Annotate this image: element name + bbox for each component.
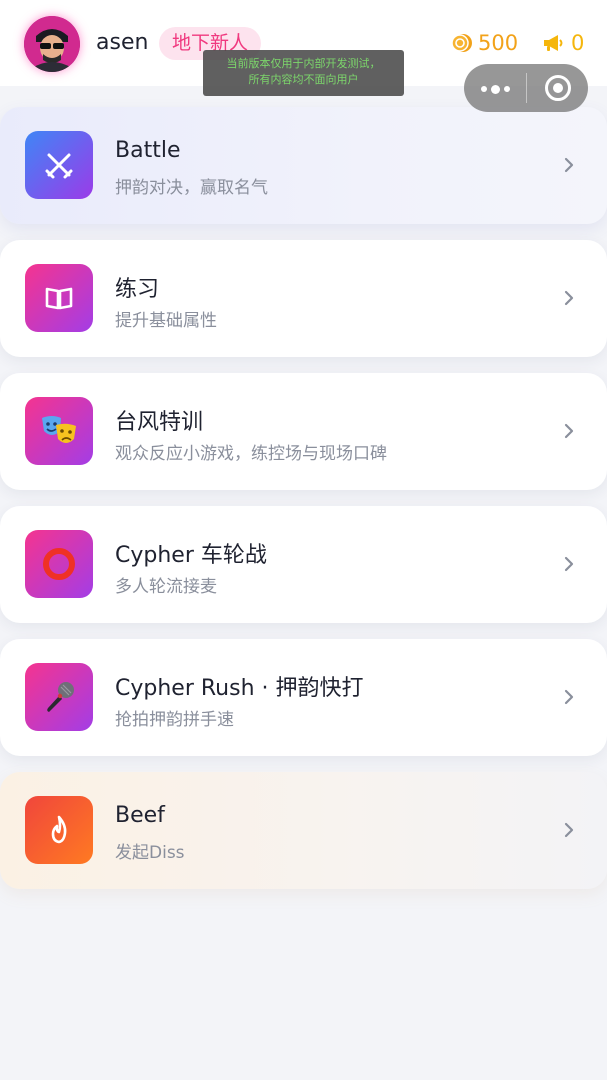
chevron-right-icon [564,556,574,572]
card-title: Beef [115,803,165,828]
card-title: 台风特训 [115,410,204,435]
menu-card-beef[interactable]: Beef 发起Diss [0,772,607,889]
dev-notice-line-2: 所有内容均不面向用户 [248,73,359,86]
coin-balance[interactable]: 500 [450,30,518,56]
card-title: 练习 [115,277,160,302]
coin-icon [450,31,474,55]
card-subtitle: 观众反应小游戏，练控场与现场口碑 [115,444,387,464]
notification-button[interactable]: 0 [541,30,584,56]
more-dots-icon [479,79,512,98]
menu-card-cypher-rush[interactable]: Cypher Rush · 押韵快打 抢拍押韵拼手速 [0,639,607,756]
chevron-right-icon [564,423,574,439]
card-subtitle: 提升基础属性 [115,311,217,331]
chevron-right-icon [564,157,574,173]
menu-card-cypher-battle[interactable]: Cypher 车轮战 多人轮流接麦 [0,506,607,623]
megaphone-icon [541,31,565,55]
dev-notice-line-1: 当前版本仅用于内部开发测试， [226,57,381,70]
miniprogram-capsule [464,64,588,112]
coin-count: 500 [478,31,519,55]
notification-count: 0 [571,31,585,55]
menu-card-practice[interactable]: 练习 提升基础属性 [0,240,607,357]
red-circle-icon [25,530,93,598]
avatar[interactable] [24,16,80,72]
card-title: Cypher 车轮战 [115,543,267,568]
chevron-right-icon [564,822,574,838]
close-miniprogram-button[interactable] [527,64,588,112]
card-subtitle: 押韵对决，赢取名气 [115,178,268,198]
target-circle-icon [544,75,571,101]
avatar-image [24,16,80,72]
dev-build-notice: 当前版本仅用于内部开发测试， 所有内容均不面向用户 [203,50,404,96]
card-subtitle: 多人轮流接麦 [115,577,217,597]
username: asen [96,30,149,55]
card-title: Battle [115,138,181,163]
card-subtitle: 发起Diss [115,843,185,863]
microphone-icon [25,663,93,731]
chevron-right-icon [564,290,574,306]
more-menu-button[interactable] [464,64,526,112]
crossed-swords-icon [25,131,93,199]
menu-card-stage-training[interactable]: 台风特训 观众反应小游戏，练控场与现场口碑 [0,373,607,490]
card-title: Cypher Rush · 押韵快打 [115,676,364,701]
open-book-icon [25,264,93,332]
flame-icon [25,796,93,864]
card-subtitle: 抢拍押韵拼手速 [115,710,234,730]
menu-card-battle[interactable]: Battle 押韵对决，赢取名气 [0,107,607,224]
chevron-right-icon [564,689,574,705]
theater-masks-icon [25,397,93,465]
